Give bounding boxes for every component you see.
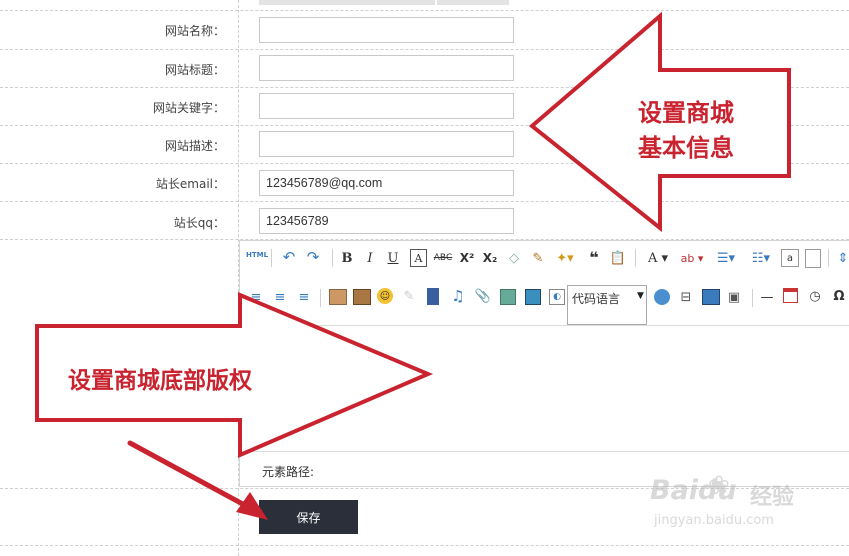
- site-name-input[interactable]: [259, 17, 514, 43]
- rich-text-editor[interactable]: HTML ↶ ↷ B I U A ABC X² X₂ ◇ ✎ ✦▾ ❝ 📋 A …: [239, 240, 849, 487]
- toolbar-separator: [332, 249, 333, 267]
- site-title-label: 网站标题：: [164, 63, 225, 77]
- superscript-icon[interactable]: X²: [459, 249, 475, 267]
- baidu-watermark: Baidu ❀ 经验 jingyan.baidu.com: [650, 463, 849, 543]
- admin-email-input[interactable]: 123456789@qq.com: [259, 170, 514, 196]
- site-keywords-input[interactable]: [259, 93, 514, 119]
- multi-image-icon[interactable]: [353, 289, 371, 305]
- site-name-label: 网站名称：: [164, 24, 225, 38]
- site-description-label: 网站描述：: [164, 139, 225, 153]
- row-divider: [0, 545, 849, 546]
- toolbar-separator: [828, 249, 829, 267]
- toolbar-separator: [271, 249, 272, 267]
- chevron-down-icon[interactable]: ▼: [637, 291, 644, 301]
- editor-content-area[interactable]: [240, 326, 849, 451]
- ordered-list-icon[interactable]: ☰▾: [713, 249, 739, 267]
- top-strip: [259, 0, 435, 5]
- page-icon[interactable]: [805, 249, 821, 268]
- basic-info-annotation-line2: 基本信息: [638, 133, 734, 162]
- top-strip: [437, 0, 509, 5]
- row-divider: [0, 163, 849, 164]
- align-center-icon[interactable]: ≡: [272, 289, 288, 305]
- italic-icon[interactable]: I: [362, 249, 378, 267]
- web-icon[interactable]: [654, 289, 670, 305]
- font-color-icon[interactable]: A ▾: [645, 249, 671, 267]
- row-divider: [0, 10, 849, 11]
- align-left-icon[interactable]: ≡: [248, 289, 264, 305]
- paste-text-icon[interactable]: 📋: [610, 249, 626, 267]
- music-icon[interactable]: ♫: [450, 287, 466, 305]
- site-title-input[interactable]: [259, 55, 514, 81]
- site-keywords-label: 网站关键字：: [152, 101, 225, 115]
- admin-qq-input[interactable]: 123456789: [259, 208, 514, 234]
- editor-toolbar-row-1: HTML ↶ ↷ B I U A ABC X² X₂ ◇ ✎ ✦▾ ❝ 📋 A …: [240, 241, 849, 277]
- save-button[interactable]: 保存: [259, 500, 358, 534]
- watermark-url: jingyan.baidu.com: [654, 513, 774, 528]
- eraser-icon[interactable]: ◇: [506, 249, 522, 267]
- paw-icon: ❀: [708, 471, 730, 501]
- page-break-icon[interactable]: ⊟: [678, 289, 694, 305]
- toolbar-separator: [320, 289, 321, 307]
- template-icon[interactable]: [702, 289, 720, 305]
- emoticon-icon[interactable]: ☺: [377, 288, 393, 304]
- admin-email-label: 站长email：: [155, 177, 225, 191]
- attachment-icon[interactable]: 📎: [475, 288, 491, 304]
- site-description-input[interactable]: [259, 131, 514, 157]
- magic-format-icon[interactable]: ✦▾: [554, 249, 576, 267]
- pointer-arrow-line: [127, 440, 253, 511]
- unordered-list-icon[interactable]: ☷▾: [748, 249, 774, 267]
- row-divider: [0, 49, 849, 50]
- admin-qq-label: 站长qq：: [173, 216, 225, 230]
- row-divider: [0, 87, 849, 88]
- font-border-icon[interactable]: A: [410, 249, 427, 267]
- format-brush-icon[interactable]: ✎: [530, 249, 546, 267]
- anchor-icon[interactable]: a: [781, 249, 799, 267]
- element-path-label: 元素路径:: [262, 465, 315, 479]
- insert-frame-icon[interactable]: [500, 289, 516, 305]
- strikethrough-icon[interactable]: ABC: [433, 249, 453, 267]
- line-height-icon[interactable]: ⇕: [836, 249, 849, 267]
- subscript-icon[interactable]: X₂: [482, 249, 498, 267]
- image-icon[interactable]: [329, 289, 347, 305]
- redo-icon[interactable]: ↷: [304, 248, 322, 266]
- highlight-color-icon[interactable]: ab ▾: [678, 249, 706, 267]
- code-language-select[interactable]: 代码语言: [567, 285, 647, 325]
- video-icon[interactable]: [427, 288, 439, 305]
- scrawl-icon[interactable]: ✎: [401, 288, 417, 304]
- code-language-value: 代码语言: [572, 292, 621, 306]
- watermark-brand-cn: 经验: [750, 485, 795, 510]
- editor-toolbar-row-2: ≡ ≡ ≡ ☺ ✎ ♫ 📎 ◐ ⊟ ▣ — ◷ Ω: [240, 277, 849, 326]
- undo-icon[interactable]: ↶: [280, 248, 298, 266]
- horizontal-rule-icon[interactable]: —: [759, 289, 775, 305]
- toolbar-separator: [635, 249, 636, 267]
- row-divider: [0, 201, 849, 202]
- copyright-annotation: 设置商城底部版权: [68, 367, 252, 394]
- blockquote-icon[interactable]: ❝: [585, 248, 603, 267]
- bold-icon[interactable]: B: [339, 249, 355, 267]
- background-icon[interactable]: ▣: [726, 289, 742, 305]
- toolbar-separator: [752, 289, 753, 307]
- special-chars-icon[interactable]: Ω: [831, 288, 847, 304]
- snapshot-icon[interactable]: ◐: [549, 289, 565, 305]
- time-icon[interactable]: ◷: [807, 288, 823, 304]
- date-icon[interactable]: [783, 288, 798, 303]
- basic-info-annotation-line1: 设置商城: [638, 98, 734, 127]
- align-justify-icon[interactable]: ≡: [296, 289, 312, 305]
- html-source-icon[interactable]: HTML: [246, 251, 268, 259]
- map-icon[interactable]: [525, 289, 541, 305]
- underline-icon[interactable]: U: [385, 249, 401, 267]
